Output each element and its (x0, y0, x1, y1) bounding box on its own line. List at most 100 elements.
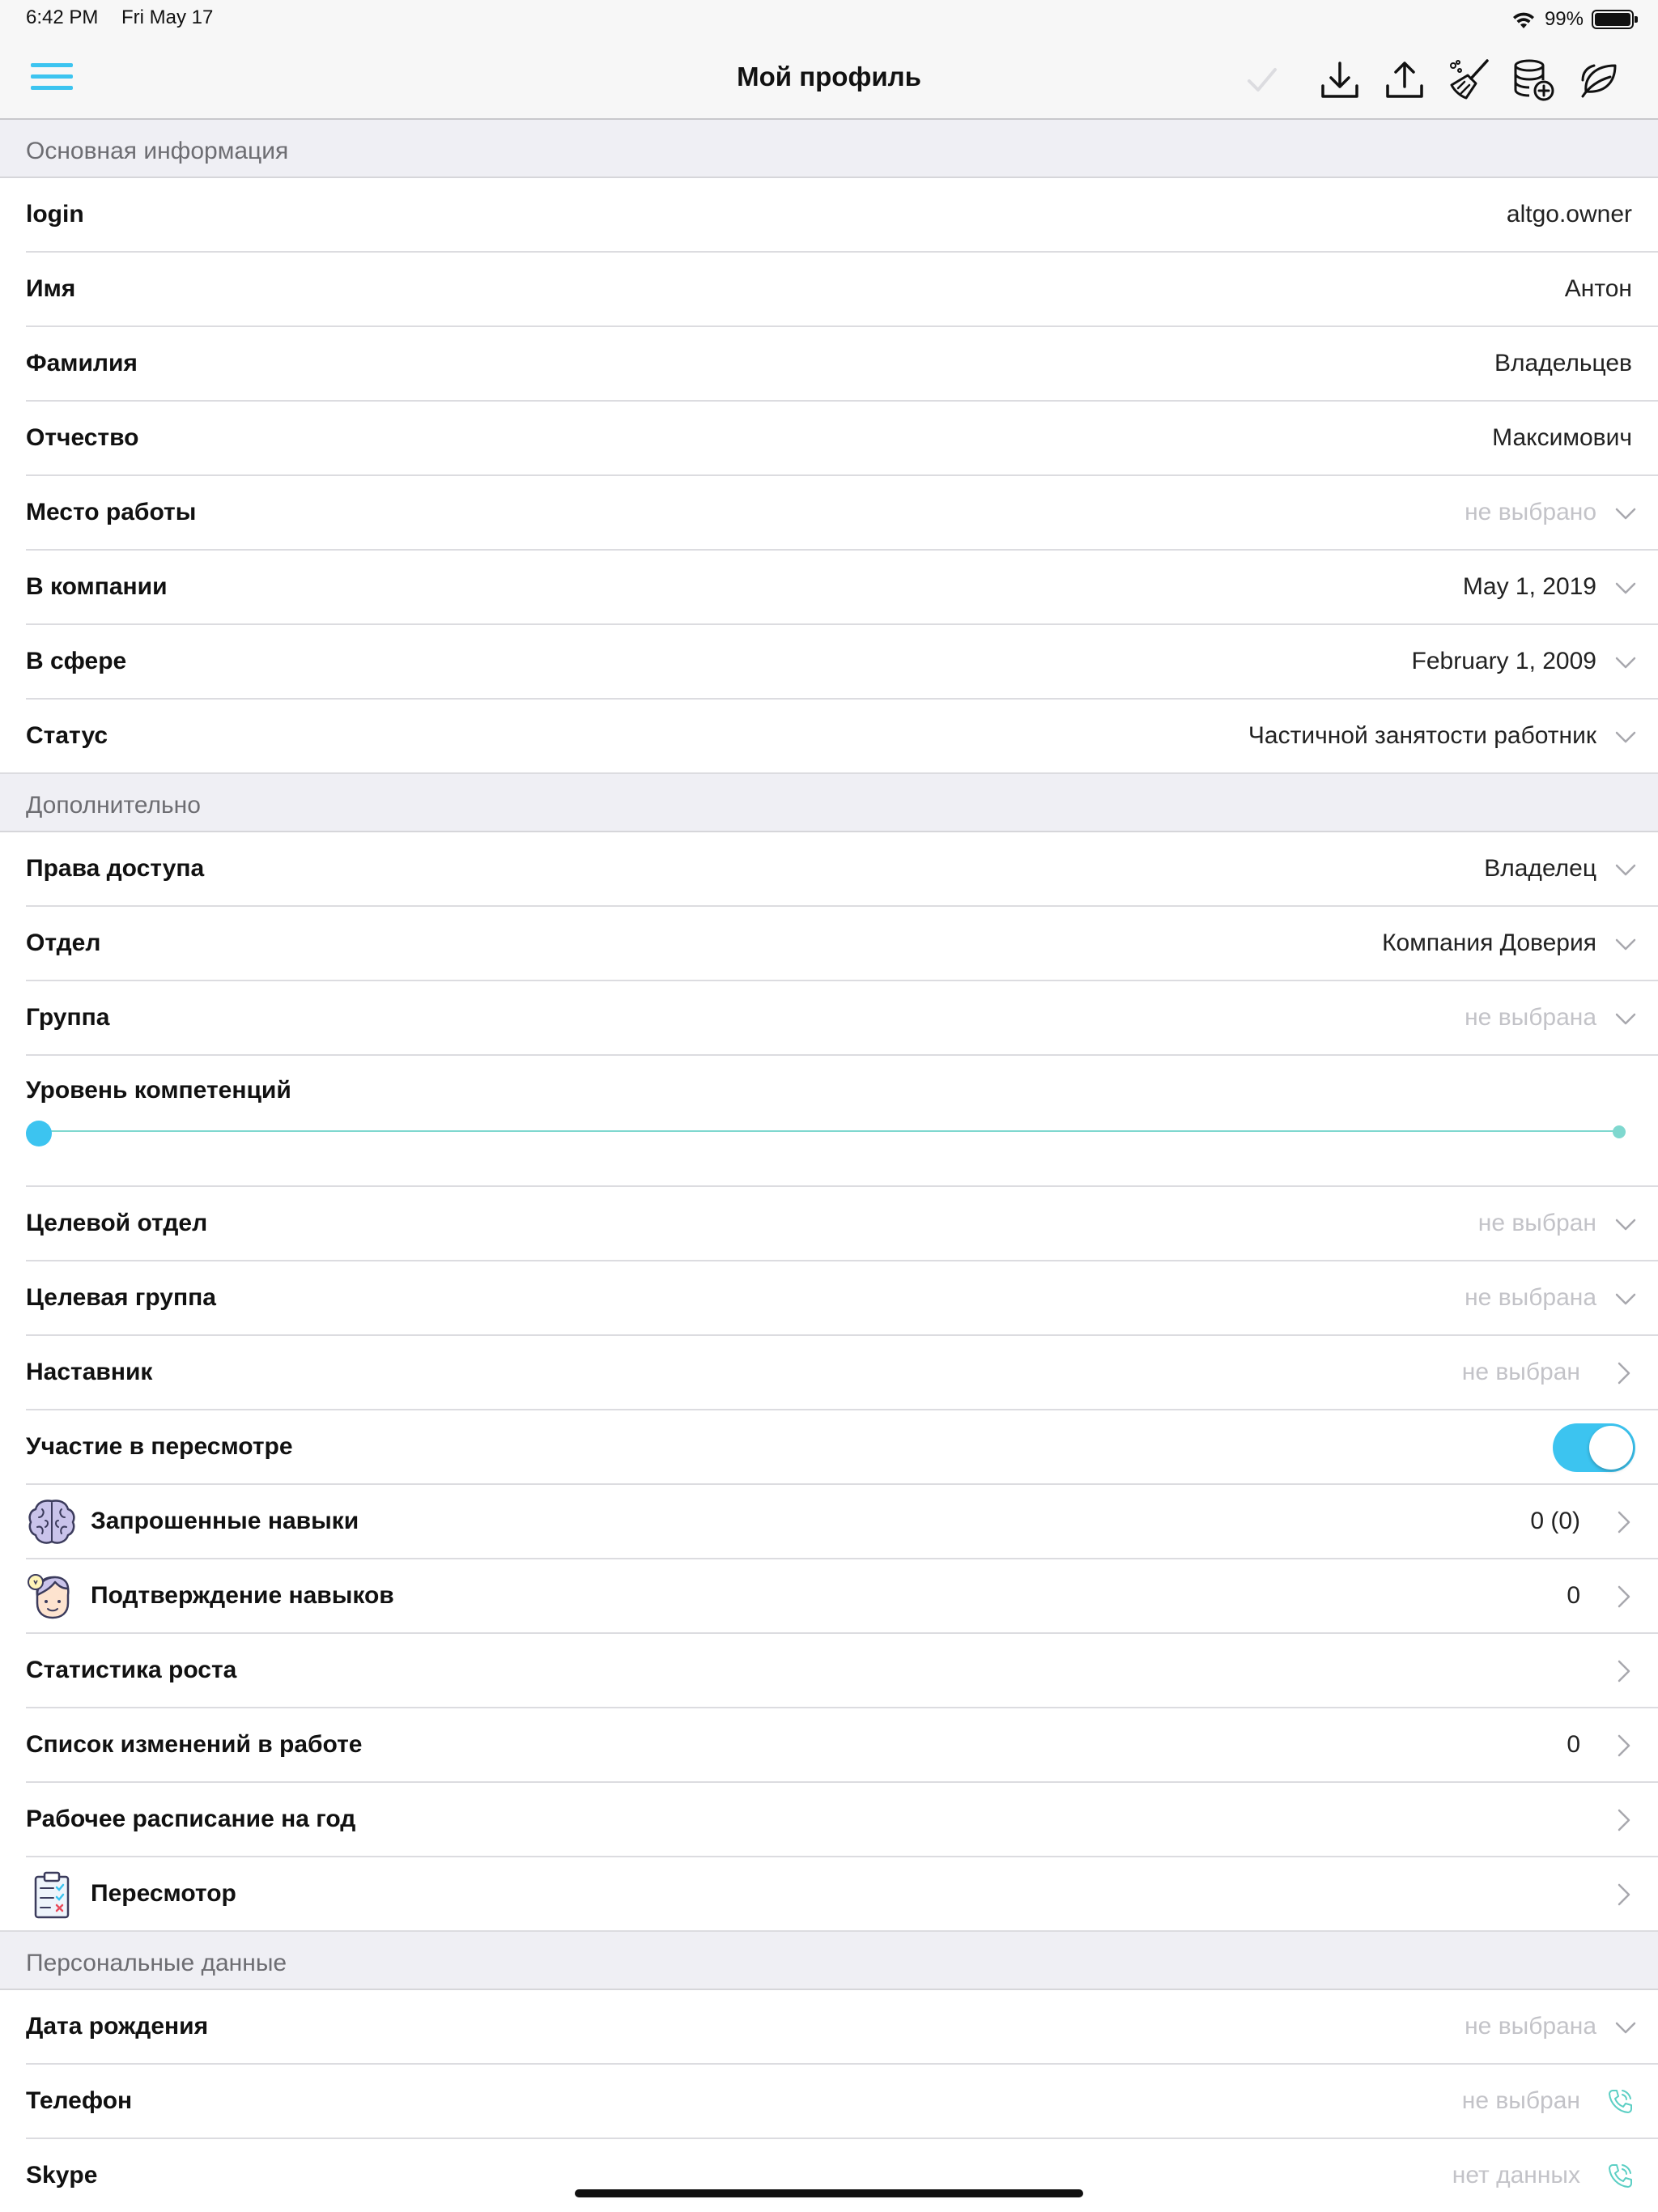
status-value: Частичной занятости работник (1248, 722, 1596, 749)
row-label: Наставник (26, 1359, 153, 1385)
row-workplace[interactable]: Место работы не выбрано (0, 476, 1658, 551)
chevron-right-icon (1618, 1883, 1630, 1906)
row-requested-skills[interactable]: Запрошенные навыки 0 (0) (0, 1485, 1658, 1559)
in-field-value: February 1, 2009 (1411, 648, 1596, 674)
phone-call-icon[interactable] (1606, 2087, 1634, 2115)
idea-head-icon (28, 1574, 70, 1619)
section-header-basic: Основная информация (0, 120, 1658, 178)
status-indicators: 99% (1511, 5, 1638, 34)
chevron-down-icon (1615, 657, 1636, 669)
row-work-schedule[interactable]: Рабочее расписание на год (0, 1783, 1658, 1857)
row-department[interactable]: Отдел Компания Доверия (0, 907, 1658, 981)
chevron-down-icon (1615, 1013, 1636, 1025)
chevron-right-icon (1618, 1809, 1630, 1831)
skype-call-icon[interactable] (1606, 2162, 1634, 2189)
target-group-value: не выбрана (1465, 1284, 1596, 1311)
row-label: Имя (26, 275, 76, 302)
row-target-group[interactable]: Целевая группа не выбрана (0, 1261, 1658, 1336)
in-company-value: May 1, 2019 (1462, 573, 1596, 600)
row-label: Статистика роста (26, 1657, 237, 1683)
row-label: Телефон (26, 2087, 133, 2114)
row-label: Отдел (26, 929, 101, 956)
row-mentor[interactable]: Наставник не выбран (0, 1336, 1658, 1410)
row-label: Статус (26, 722, 108, 749)
row-target-department[interactable]: Целевой отдел не выбран (0, 1187, 1658, 1261)
row-label: Группа (26, 1004, 110, 1031)
database-button[interactable] (1511, 57, 1558, 104)
row-phone[interactable]: Телефон не выбран (0, 2065, 1658, 2139)
skill-confirmation-count: 0 (1567, 1582, 1580, 1609)
clean-button[interactable] (1446, 57, 1493, 104)
row-label: В сфере (26, 648, 127, 674)
wifi-icon (1512, 12, 1534, 28)
section-header-additional: Дополнительно (0, 774, 1658, 832)
battery-icon (1592, 10, 1638, 29)
workplace-value: не выбрано (1465, 499, 1596, 525)
chevron-right-icon (1618, 1362, 1630, 1385)
checkmark-icon (1248, 68, 1277, 91)
row-last-name[interactable]: Фамилия Владельцев (0, 327, 1658, 402)
status-date: Fri May 17 (121, 6, 214, 28)
row-access-rights[interactable]: Права доступа Владелец (0, 832, 1658, 907)
chevron-right-icon (1618, 1734, 1630, 1757)
chevron-right-icon (1618, 1660, 1630, 1682)
row-group[interactable]: Группа не выбрана (0, 981, 1658, 1056)
checkmark-button[interactable] (1239, 57, 1286, 104)
section-title: Основная информация (26, 138, 289, 164)
row-label: Целевая группа (26, 1284, 216, 1311)
chevron-right-icon (1618, 1585, 1630, 1608)
row-label: Список изменений в работе (26, 1731, 363, 1758)
chevron-right-icon (1618, 1511, 1630, 1534)
row-work-changes[interactable]: Список изменений в работе 0 (0, 1708, 1658, 1783)
row-label: Фамилия (26, 350, 138, 376)
status-time: 6:42 PM (26, 6, 99, 28)
chevron-down-icon (1615, 582, 1636, 594)
download-button[interactable] (1316, 57, 1363, 104)
row-review[interactable]: Пересмотор (0, 1857, 1658, 1932)
skype-value: нет данных (1452, 2162, 1580, 2189)
chevron-down-icon (1615, 508, 1636, 520)
home-indicator (575, 2189, 1083, 2197)
row-growth-statistics[interactable]: Статистика роста (0, 1634, 1658, 1708)
row-label: Уровень компетенций (26, 1077, 291, 1104)
battery-percentage: 99% (1544, 8, 1584, 30)
upload-icon (1386, 62, 1423, 98)
chevron-down-icon (1615, 731, 1636, 743)
row-in-field[interactable]: В сфере February 1, 2009 (0, 625, 1658, 700)
patronymic-value: Максимович (1492, 424, 1632, 451)
review-participation-toggle[interactable] (1553, 1423, 1635, 1472)
row-label: В компании (26, 573, 168, 600)
phone-value: не выбран (1461, 2087, 1580, 2114)
row-birthday[interactable]: Дата рождения не выбрана (0, 1990, 1658, 2065)
row-status[interactable]: Статус Частичной занятости работник (0, 700, 1658, 774)
competence-slider-thumb[interactable] (26, 1121, 52, 1146)
row-label: Пересмотор (91, 1880, 236, 1907)
birthday-value: не выбрана (1465, 2013, 1596, 2040)
row-label: Skype (26, 2162, 98, 2189)
brain-icon (28, 1499, 75, 1544)
row-first-name[interactable]: Имя Антон (0, 253, 1658, 327)
row-label: Права доступа (26, 855, 205, 882)
status-bar: 6:42 PM Fri May 17 99% (0, 0, 1658, 39)
upload-button[interactable] (1381, 57, 1428, 104)
competence-slider-track[interactable] (39, 1130, 1619, 1132)
row-review-participation: Участие в пересмотре (0, 1410, 1658, 1485)
row-label: Место работы (26, 499, 197, 525)
row-patronymic[interactable]: Отчество Максимович (0, 402, 1658, 476)
mentor-value: не выбран (1461, 1359, 1580, 1385)
row-label: login (26, 201, 84, 228)
row-skype[interactable]: Skype нет данных (0, 2139, 1658, 2212)
work-changes-count: 0 (1567, 1731, 1580, 1758)
first-name-value: Антон (1564, 275, 1632, 302)
broom-icon (1450, 59, 1489, 100)
row-label: Подтверждение навыков (91, 1582, 394, 1609)
section-title: Дополнительно (26, 792, 201, 819)
section-title: Персональные данные (26, 1950, 287, 1976)
row-login[interactable]: login altgo.owner (0, 178, 1658, 253)
row-skill-confirmation[interactable]: Подтверждение навыков 0 (0, 1559, 1658, 1634)
row-label: Участие в пересмотре (26, 1433, 293, 1460)
requested-skills-count: 0 (0) (1530, 1508, 1580, 1534)
row-in-company[interactable]: В компании May 1, 2019 (0, 551, 1658, 625)
leaf-button[interactable] (1575, 57, 1622, 104)
row-label: Дата рождения (26, 2013, 209, 2040)
